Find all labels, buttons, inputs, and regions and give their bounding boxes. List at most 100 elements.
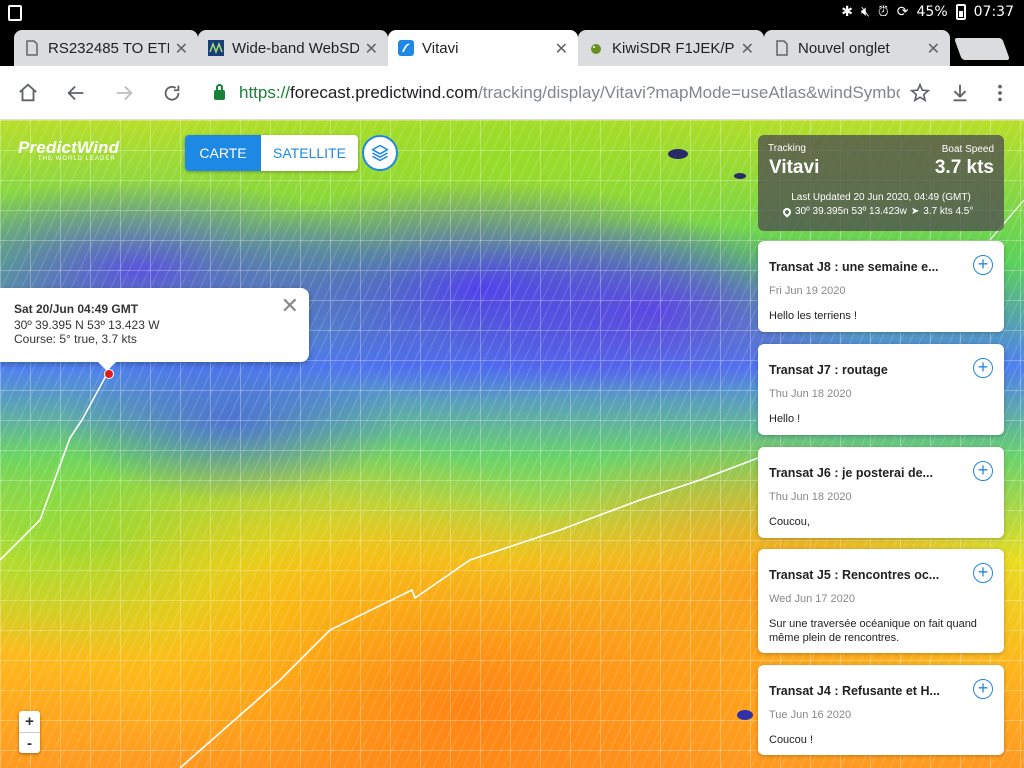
kiwi-icon: [591, 44, 601, 54]
post-title: Transat J7 : routage: [769, 363, 888, 377]
tab-rs232485[interactable]: RS232485 TO ETH ✕: [14, 30, 198, 66]
close-icon[interactable]: ✕: [281, 294, 299, 319]
tab-title: KiwiSDR F1JEK/P: [612, 39, 735, 57]
expand-plus-icon[interactable]: +: [973, 563, 993, 583]
zoom-out-button[interactable]: -: [19, 732, 40, 753]
reload-icon: [164, 85, 180, 101]
battery-icon: [955, 4, 966, 20]
post-date: Tue Jun 16 2020: [769, 709, 852, 721]
tab-vitavi[interactable]: Vitavi ✕: [388, 30, 578, 66]
wind-map[interactable]: PredictWind THE WORLD LEADER CARTE SATEL…: [0, 120, 1024, 768]
heading-arrow-icon: ➤: [910, 206, 920, 217]
post-body: Hello !: [769, 413, 801, 425]
blog-post-card[interactable]: Transat J7 : routage + Thu Jun 18 2020 H…: [758, 344, 1004, 435]
close-icon[interactable]: ✕: [927, 39, 940, 58]
post-body: Hello les terriens !: [769, 310, 858, 322]
android-status-bar: ✱ 🔇︎ ⏰︎ ⟳ 45% 07:37: [0, 0, 1024, 26]
post-date: Thu Jun 18 2020: [769, 491, 852, 503]
post-title: Transat J5 : Rencontres oc...: [769, 568, 940, 582]
location-pin-icon: [781, 205, 793, 218]
back-arrow-icon: [67, 85, 84, 101]
bluetooth-icon: ✱: [841, 4, 854, 20]
tracking-panel: Tracking Vitavi Boat Speed 3.7 kts Last …: [758, 135, 1004, 231]
tab-websdr[interactable]: Wide-band WebSDR ✕: [198, 30, 388, 66]
expand-plus-icon[interactable]: +: [973, 461, 993, 481]
reload-button[interactable]: [158, 79, 186, 107]
document-icon: [26, 40, 38, 56]
url-path: /tracking/display/Vitavi?mapMode=useAtla…: [478, 83, 900, 102]
forward-button[interactable]: [110, 79, 138, 107]
boat-speed-label: Boat Speed: [941, 144, 994, 155]
boat-speed: 3.7 kts: [934, 157, 994, 178]
logo-text: PredictWind: [18, 138, 120, 157]
tab-title: RS232485 TO ETH: [48, 39, 169, 57]
post-title: Transat J6 : je posterai de...: [769, 466, 933, 480]
close-icon[interactable]: ✕: [741, 39, 754, 58]
boat-name: Vitavi: [769, 157, 820, 178]
popup-title: Sat 20/Jun 04:49 GMT: [14, 302, 139, 316]
close-icon[interactable]: ✕: [175, 39, 188, 58]
clock: 07:37: [973, 4, 1014, 20]
last-updated: Last Updated 20 Jun 2020, 04:49 (GMT): [791, 192, 971, 203]
close-icon[interactable]: ✕: [365, 39, 378, 58]
layers-icon: [371, 144, 389, 162]
boat-position-marker[interactable]: [104, 369, 114, 379]
predictwind-logo[interactable]: PredictWind THE WORLD LEADER: [18, 138, 119, 162]
battery-percent: 45%: [916, 4, 948, 20]
boat-heading: 3.7 kts 4.5°: [923, 206, 974, 217]
blog-post-card[interactable]: Transat J4 : Refusante et H... + Tue Jun…: [758, 665, 1004, 755]
tab-title: Vitavi: [422, 39, 459, 57]
carte-button[interactable]: CARTE: [185, 135, 261, 171]
zoom-in-button[interactable]: +: [19, 711, 40, 732]
download-button[interactable]: [946, 79, 974, 107]
close-icon[interactable]: ✕: [555, 39, 568, 58]
post-body: Coucou !: [769, 734, 814, 746]
lock-icon: [214, 84, 225, 100]
tab-title: Wide-band WebSDR: [232, 39, 359, 57]
blog-post-card[interactable]: Transat J6 : je posterai de... + Thu Jun…: [758, 447, 1004, 538]
blog-post-card[interactable]: Transat J8 : une semaine e... + Fri Jun …: [758, 241, 1004, 332]
url-host: forecast.predictwind.com: [290, 83, 479, 102]
popup-course: Course: 5° true, 3.7 kts: [14, 332, 137, 346]
post-title: Transat J4 : Refusante et H...: [769, 684, 940, 698]
notification-icon: [8, 5, 22, 21]
post-date: Wed Jun 17 2020: [769, 593, 856, 605]
satellite-button[interactable]: SATELLITE: [261, 135, 358, 171]
document-icon: [776, 40, 788, 56]
url-scheme: https://: [239, 83, 291, 102]
predictwind-icon: [398, 40, 414, 56]
address-bar[interactable]: https:// forecast.predictwind.com /track…: [200, 74, 900, 112]
expand-plus-icon[interactable]: +: [973, 679, 993, 699]
kebab-menu-icon: [998, 84, 1002, 102]
status-icons: ✱ 🔇︎ ⏰︎ ⟳ 45% 07:37: [841, 4, 1014, 20]
menu-button[interactable]: [986, 79, 1014, 107]
expand-plus-icon[interactable]: +: [973, 358, 993, 378]
forward-arrow-icon: [116, 85, 133, 101]
post-body: Sur une traversée océanique on fait quan…: [769, 618, 977, 644]
websdr-icon: [208, 40, 224, 56]
tab-kiwisdr[interactable]: KiwiSDR F1JEK/P ✕: [578, 30, 764, 66]
sync-icon: ⟳: [896, 4, 909, 20]
tab-nouvel-onglet[interactable]: Nouvel onglet ✕: [764, 30, 950, 66]
star-icon: [909, 82, 931, 103]
bookmark-button[interactable]: [906, 79, 934, 107]
back-button[interactable]: [62, 79, 90, 107]
home-icon: [19, 83, 37, 102]
tab-title: Nouvel onglet: [798, 39, 890, 57]
zoom-control: + -: [19, 711, 40, 753]
download-icon: [953, 84, 967, 102]
tab-strip: RS232485 TO ETH ✕ Wide-band WebSDR ✕ Vit…: [0, 26, 1024, 66]
blog-post-card[interactable]: Transat J5 : Rencontres oc... + Wed Jun …: [758, 549, 1004, 653]
home-button[interactable]: [14, 79, 42, 107]
post-body: Coucou,: [769, 516, 810, 528]
logo-tagline: THE WORLD LEADER: [38, 156, 116, 162]
boat-position: 30º 39.395n 53º 13.423w: [795, 206, 907, 217]
position-popup: Sat 20/Jun 04:49 GMT 30º 39.395 N 53º 13…: [0, 288, 309, 371]
layers-button[interactable]: [362, 135, 398, 171]
alarm-icon: ⏰︎: [877, 4, 889, 20]
post-title: Transat J8 : une semaine e...: [769, 260, 939, 274]
new-tab-button[interactable]: [953, 38, 1011, 60]
popup-position: 30º 39.395 N 53º 13.423 W: [14, 318, 160, 332]
post-date: Thu Jun 18 2020: [769, 388, 852, 400]
expand-plus-icon[interactable]: +: [973, 255, 993, 275]
